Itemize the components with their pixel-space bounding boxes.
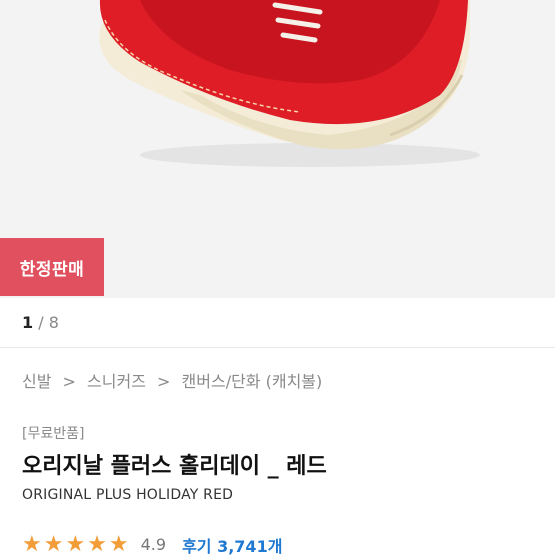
free-return-tag: [무료반품] bbox=[22, 426, 85, 442]
breadcrumb-item-canvas[interactable]: 캔버스/단화 (캐치볼) bbox=[182, 372, 323, 391]
pager-current: 1 bbox=[22, 313, 34, 332]
pager-total: 8 bbox=[48, 313, 59, 332]
breadcrumb-item-shoes[interactable]: 신발 bbox=[22, 372, 51, 391]
star-icon: ★★★★★ bbox=[22, 532, 131, 557]
breadcrumb: 신발 > 스니커즈 > 캔버스/단화 (캐치볼) bbox=[22, 368, 328, 392]
divider bbox=[0, 347, 555, 348]
product-image-area[interactable]: 한정판매 bbox=[0, 0, 555, 298]
rating-score: 4.9 bbox=[140, 535, 167, 554]
product-title: 오리지날 플러스 홀리데이 _ 레드 bbox=[22, 454, 327, 479]
rating-row: ★★★★★ 4.9 후기 3,741개 bbox=[22, 532, 282, 557]
review-count-link[interactable]: 후기 3,741개 bbox=[182, 533, 282, 557]
breadcrumb-separator: > bbox=[157, 372, 171, 391]
breadcrumb-item-sneakers[interactable]: 스니커즈 bbox=[87, 372, 146, 391]
limited-sale-badge: 한정판매 bbox=[0, 238, 104, 296]
image-pager: 1 / 8 bbox=[22, 313, 59, 332]
breadcrumb-separator: > bbox=[62, 372, 76, 391]
product-subtitle: ORIGINAL PLUS HOLIDAY RED bbox=[22, 487, 234, 503]
pager-separator: / bbox=[38, 313, 44, 332]
